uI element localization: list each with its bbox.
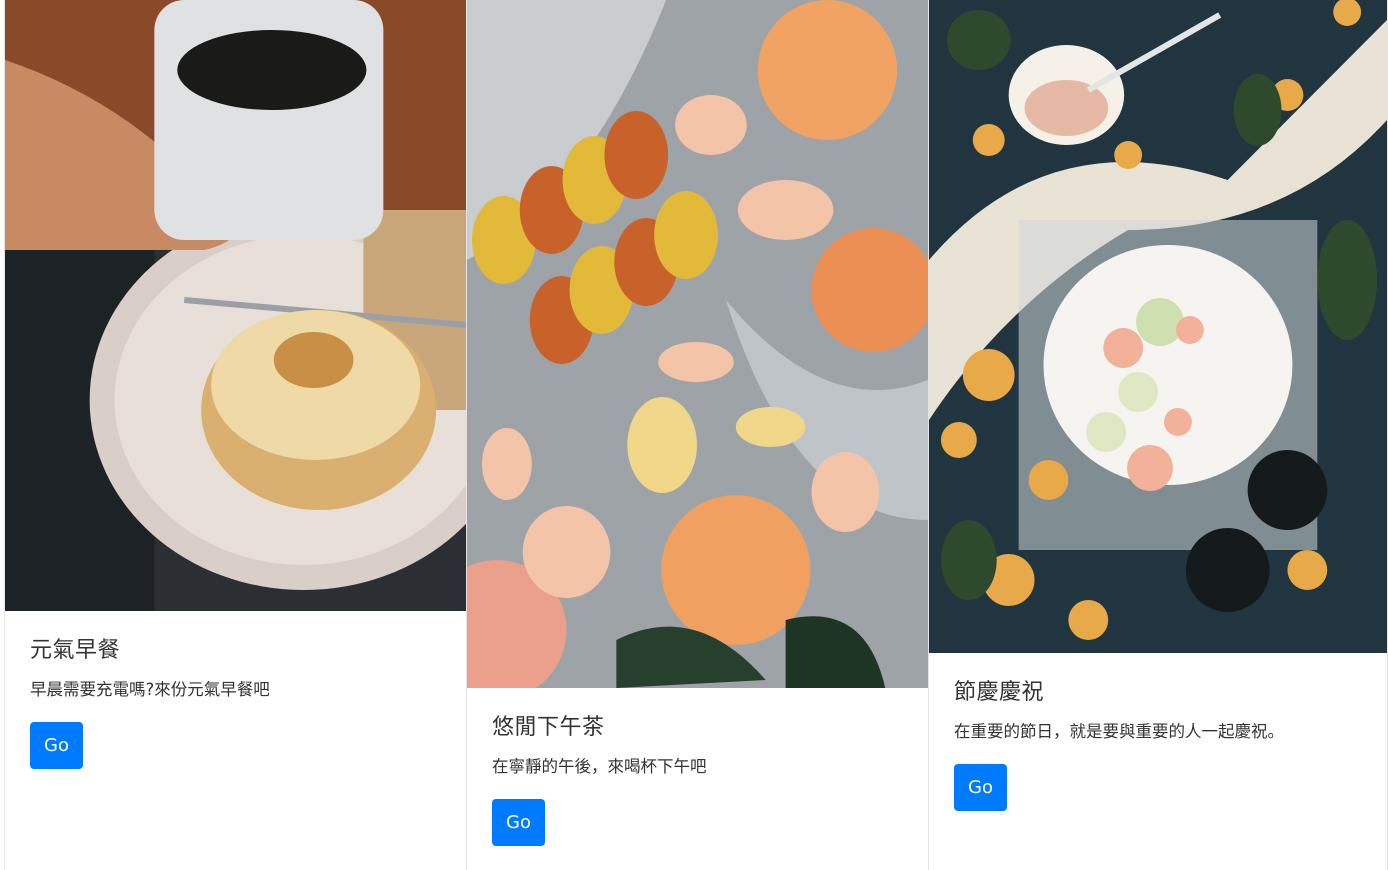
card-breakfast: 元氣早餐 早晨需要充電嗎?來份元氣早餐吧 Go (4, 0, 467, 870)
card-text: 在寧靜的午後，來喝杯下午吧 (492, 757, 707, 776)
card-title: 元氣早餐 (30, 638, 121, 663)
go-button[interactable]: Go (492, 799, 545, 846)
go-button[interactable]: Go (954, 764, 1007, 811)
go-button[interactable]: Go (30, 722, 83, 769)
afternoon-tea-photo (467, 0, 928, 688)
card-title: 悠閒下午茶 (492, 715, 605, 740)
card-body: 節慶慶祝 在重要的節日，就是要與重要的人一起慶祝。 Go (954, 678, 1367, 811)
card-text: 早晨需要充電嗎?來份元氣早餐吧 (30, 680, 270, 699)
card-afternoon-tea: 悠閒下午茶 在寧靜的午後，來喝杯下午吧 Go (466, 0, 929, 870)
card-title: 節慶慶祝 (954, 680, 1045, 705)
card-body: 元氣早餐 早晨需要充電嗎?來份元氣早餐吧 Go (30, 636, 446, 769)
card-body: 悠閒下午茶 在寧靜的午後，來喝杯下午吧 Go (492, 713, 908, 846)
breakfast-photo (5, 0, 466, 611)
card-deck: 元氣早餐 早晨需要充電嗎?來份元氣早餐吧 Go 悠閒下午茶 在寧靜的午後，來喝杯… (0, 0, 1388, 870)
card-celebration: 節慶慶祝 在重要的節日，就是要與重要的人一起慶祝。 Go (928, 0, 1388, 870)
celebration-photo (929, 0, 1387, 653)
card-text: 在重要的節日，就是要與重要的人一起慶祝。 (954, 722, 1284, 741)
